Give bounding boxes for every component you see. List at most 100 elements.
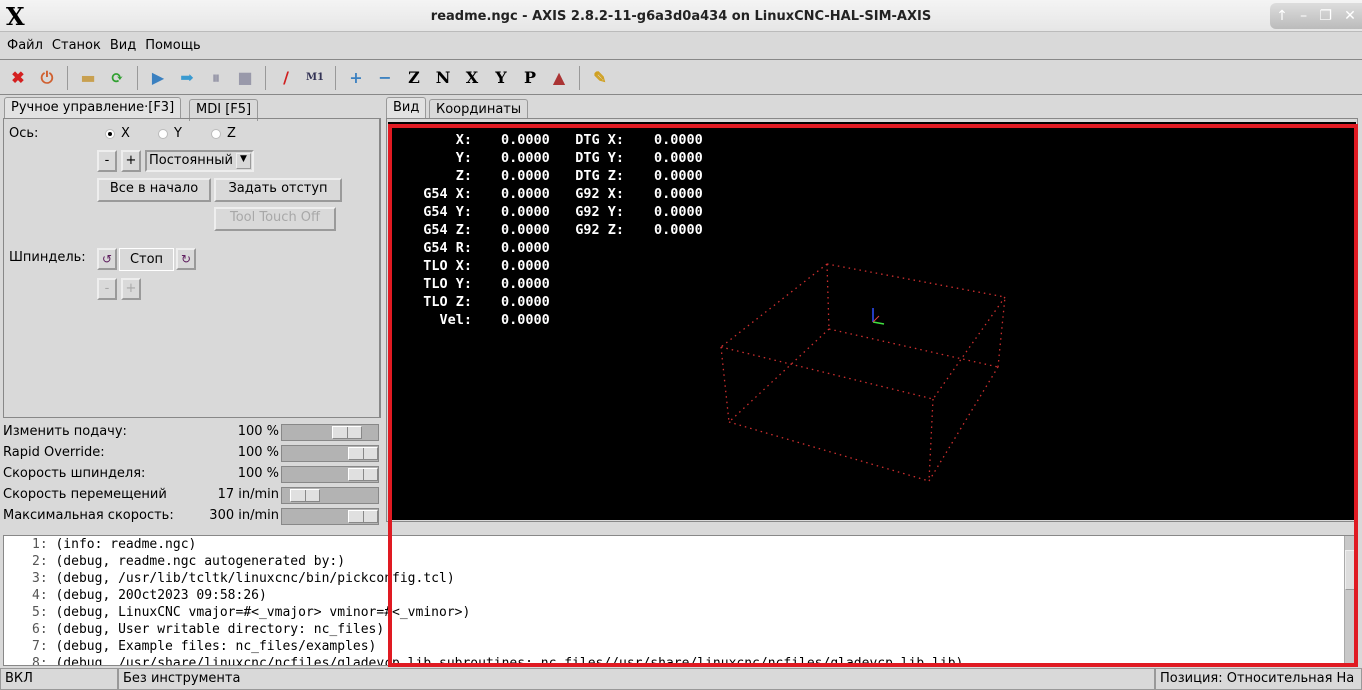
dro-label: Y: (455, 150, 472, 166)
slider-label: Скорость перемещений (3, 487, 167, 502)
dro-label: DTG Z: (575, 168, 624, 184)
tool-status: Без инструмента (118, 668, 1155, 690)
step-icon[interactable]: ➡ (175, 66, 199, 90)
line-number: 3: (32, 571, 48, 586)
menu-file[interactable]: Файл (7, 38, 43, 53)
slider-thumb[interactable] (348, 468, 378, 481)
gcode-line[interactable]: 2: (debug, readme.ngc autogenerated by:) (4, 553, 1357, 570)
jog-mode-value: Постоянный (149, 153, 233, 168)
dro-value: 0.0000 (501, 222, 550, 238)
dro-value: 0.0000 (501, 204, 550, 220)
slider-value: 100 % (237, 424, 279, 439)
dro-label: G54 X: (423, 186, 472, 202)
line-number: 1: (32, 537, 48, 552)
menu-bar: Файл Станок Вид Помощь (0, 32, 1362, 60)
open-folder-icon[interactable]: ▬ (76, 66, 100, 90)
maximize-button[interactable]: ❐ (1319, 8, 1332, 24)
dro-label: X: (455, 132, 472, 148)
gcode-line[interactable]: 8: (debug, /usr/share/linuxcnc/ncfiles/g… (4, 655, 1357, 665)
limit-edge (997, 296, 1006, 368)
limit-edge (720, 263, 828, 348)
dro-value: 0.0000 (501, 168, 550, 184)
toolbar-separator (67, 65, 68, 90)
stop-icon[interactable]: ■ (233, 66, 257, 90)
touch-off-button[interactable]: Задать отступ (214, 178, 342, 202)
spindle-minus-button[interactable]: - (97, 278, 117, 300)
menu-machine[interactable]: Станок (52, 38, 101, 53)
dro-value: 0.0000 (654, 186, 703, 202)
slider-label: Максимальная скорость: (3, 508, 174, 523)
gcode-line[interactable]: 7: (debug, Example files: nc_files/examp… (4, 638, 1357, 655)
axis-x-radio[interactable]: X (105, 126, 130, 141)
menu-help[interactable]: Помощь (145, 38, 200, 53)
dro-value: 0.0000 (501, 312, 550, 328)
pause-icon[interactable]: ⏸ (204, 66, 228, 90)
axis-z-label: Z (227, 126, 236, 141)
estop-icon[interactable]: ✖ (6, 66, 30, 90)
menu-view[interactable]: Вид (110, 38, 136, 53)
toolbar: ✖ ⏻ ▬ ⟳ ▶ ➡ ⏸ ■ / M1 + − Z N X Y P ▲ ✎ (0, 61, 1362, 95)
slider-thumb[interactable] (348, 447, 378, 460)
gcode-listing[interactable]: 1: (info: readme.ngc) 2: (debug, readme.n… (3, 535, 1358, 666)
slider-track[interactable] (281, 508, 379, 525)
dro-label: TLO Z: (423, 294, 472, 310)
clear-plot-icon[interactable]: ✎ (588, 66, 612, 90)
block-delete-icon[interactable]: / (274, 66, 298, 90)
status-bar: ВКЛ Без инструмента Позиция: Относительн… (0, 668, 1362, 690)
jog-mode-select[interactable]: Постоянный ▼ (145, 150, 254, 172)
override-slider-row: Изменить подачу: 100 % (3, 422, 381, 443)
minimize-button[interactable]: – (1300, 8, 1307, 24)
dro-label: Z: (455, 168, 472, 184)
chevron-down-icon: ▼ (236, 153, 251, 169)
reload-icon[interactable]: ⟳ (105, 66, 129, 90)
view-z-icon[interactable]: Z (402, 66, 426, 90)
gcode-line[interactable]: 1: (info: readme.ngc) (4, 536, 1357, 553)
view-y-icon[interactable]: Y (489, 66, 513, 90)
spindle-stop-button[interactable]: Стоп (119, 248, 174, 271)
close-button[interactable]: ✕ (1344, 8, 1356, 24)
scrollbar-thumb[interactable] (1345, 550, 1357, 590)
gcode-line[interactable]: 5: (debug, LinuxCNC vmajor=#<_vmajor> vm… (4, 604, 1357, 621)
view-z2-icon[interactable]: N (431, 66, 455, 90)
spindle-ccw-icon[interactable]: ↺ (97, 248, 117, 270)
toolbar-separator (265, 65, 266, 90)
spindle-plus-button[interactable]: + (121, 278, 141, 300)
view-p-icon[interactable]: P (518, 66, 542, 90)
slider-track[interactable] (281, 445, 379, 462)
tab-preview[interactable]: Вид (386, 97, 427, 119)
tab-manual[interactable]: Ручное управление·[F3] (4, 97, 182, 119)
gcode-line[interactable]: 4: (debug, 20Oct2023 09:58:26) (4, 587, 1357, 604)
slider-label: Изменить подачу: (3, 424, 127, 439)
zoom-in-icon[interactable]: + (344, 66, 368, 90)
spindle-cw-icon[interactable]: ↻ (176, 248, 196, 270)
override-slider-row: Rapid Override: 100 % (3, 443, 381, 464)
optional-stop-icon[interactable]: M1 (303, 66, 327, 90)
toolbar-separator (137, 65, 138, 90)
slider-track[interactable] (281, 487, 379, 504)
shade-button[interactable]: ↑ (1276, 8, 1288, 24)
slider-track[interactable] (281, 424, 379, 441)
axis-y-radio[interactable]: Y (158, 126, 182, 141)
home-all-button[interactable]: Все в начало (97, 178, 211, 202)
axis-z-radio[interactable]: Z (211, 126, 236, 141)
jog-plus-button[interactable]: + (121, 150, 141, 172)
view-x-icon[interactable]: X (460, 66, 484, 90)
dro-label: TLO X: (423, 258, 472, 274)
slider-thumb[interactable] (348, 510, 378, 523)
tool-origin-icon (872, 308, 885, 325)
dro-label: TLO Y: (423, 276, 472, 292)
slider-track[interactable] (281, 466, 379, 483)
gcode-line[interactable]: 3: (debug, /usr/lib/tcltk/linuxcnc/bin/p… (4, 570, 1357, 587)
zoom-out-icon[interactable]: − (373, 66, 397, 90)
dro-value: 0.0000 (501, 276, 550, 292)
toolbar-separator (335, 65, 336, 90)
slider-thumb[interactable] (332, 426, 362, 439)
gcode-line[interactable]: 6: (debug, User writable directory: nc_f… (4, 621, 1357, 638)
rotate-icon[interactable]: ▲ (547, 66, 571, 90)
slider-thumb[interactable] (290, 489, 320, 502)
scrollbar[interactable] (1344, 536, 1357, 665)
run-icon[interactable]: ▶ (146, 66, 170, 90)
jog-minus-button[interactable]: - (97, 150, 117, 172)
power-icon[interactable]: ⏻ (35, 66, 59, 90)
tool-touch-off-button[interactable]: Tool Touch Off (214, 207, 336, 231)
